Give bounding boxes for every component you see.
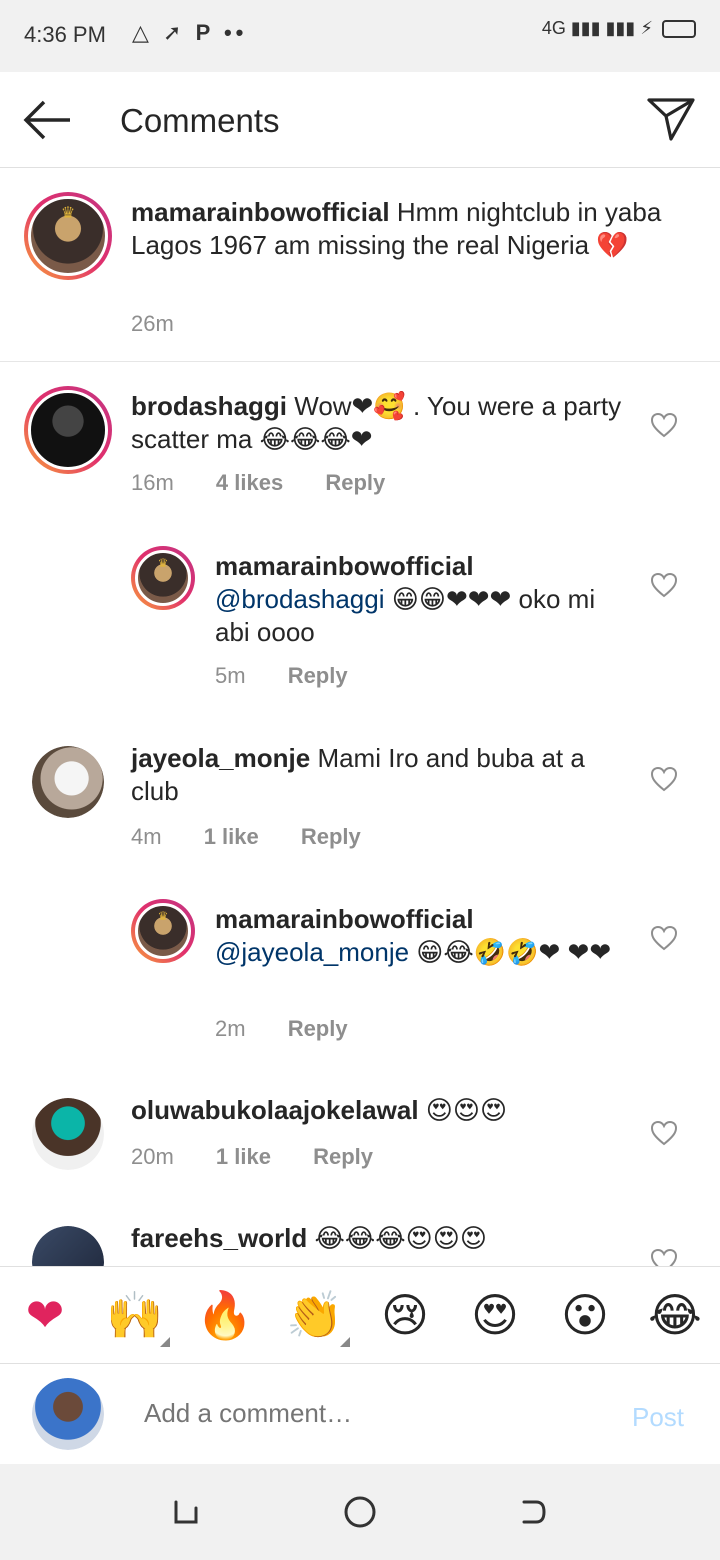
comment-text: mamarainbowofficial @brodashaggi 😁😁❤❤❤ o… <box>215 550 615 649</box>
reply-button[interactable]: Reply <box>288 1016 348 1041</box>
signal-icon: ▮▮▮ ▮▮▮ ⚡ <box>570 18 653 38</box>
comment-meta: 2m Reply <box>215 1016 384 1042</box>
comment-time: 4m <box>131 824 162 849</box>
comment-meta: 4m 1 like Reply <box>131 824 397 850</box>
caption-meta: 26m <box>131 311 210 337</box>
app-bar: Comments <box>0 72 720 168</box>
skin-tone-indicator <box>160 1337 170 1347</box>
reply-button[interactable]: Reply <box>301 824 361 849</box>
avatar[interactable] <box>32 1226 104 1266</box>
post-button[interactable]: Post <box>632 1402 684 1433</box>
battery-icon <box>662 20 696 39</box>
comment-time: 20m <box>131 1144 174 1169</box>
crown-icon: ♛ <box>157 909 169 923</box>
page-title: Comments <box>120 102 280 139</box>
heart-eyes-emoji-button[interactable]: 😍 <box>465 1289 525 1341</box>
reply-button[interactable]: Reply <box>288 663 348 688</box>
emoji-reaction-bar: ❤ 🙌 🔥 👏 😢 😍 😮 😂 <box>0 1266 720 1364</box>
avatar[interactable]: ♛ <box>131 546 195 610</box>
status-bar: 4:36 PM △ ➚ P •• 4G ▮▮▮ ▮▮▮ ⚡ <box>0 0 720 72</box>
comment-text: brodashaggi Wow❤🥰 . You were a party sca… <box>131 390 631 456</box>
like-heart-icon[interactable] <box>650 925 678 951</box>
caption-username[interactable]: mamarainbowofficial <box>131 197 390 227</box>
back-arrow-icon[interactable] <box>22 98 74 142</box>
skin-tone-indicator <box>340 1337 350 1347</box>
notification-icons: △ ➚ P •• <box>132 20 248 45</box>
comment-meta: 16m 4 likes Reply <box>131 470 421 496</box>
tears-of-joy-emoji-button[interactable]: 😂 <box>645 1289 705 1341</box>
like-heart-icon[interactable] <box>650 572 678 598</box>
avatar[interactable]: ♛ <box>24 192 112 280</box>
comment-text: oluwabukolaajokelawal 😍😍😍 <box>131 1094 631 1127</box>
current-user-avatar <box>32 1378 104 1450</box>
recent-apps-icon[interactable] <box>168 1494 204 1530</box>
comment-username[interactable]: fareehs_world <box>131 1223 307 1253</box>
crying-emoji-button[interactable]: 😢 <box>375 1289 435 1341</box>
comment-likes[interactable]: 4 likes <box>216 470 283 495</box>
comment-time: 2m <box>215 1016 246 1041</box>
caption-time: 26m <box>131 311 174 336</box>
crown-icon: ♛ <box>60 205 76 223</box>
send-icon[interactable] <box>646 96 696 142</box>
raised-hands-emoji-button[interactable]: 🙌 <box>105 1289 165 1341</box>
status-right-icons: 4G ▮▮▮ ▮▮▮ ⚡ <box>542 18 696 39</box>
comment-text: jayeola_monje Mami Iro and buba at a clu… <box>131 742 631 808</box>
reply-button[interactable]: Reply <box>313 1144 373 1169</box>
avatar[interactable] <box>32 1098 104 1170</box>
surprised-emoji-button[interactable]: 😮 <box>555 1289 615 1341</box>
comment-input[interactable] <box>144 1398 564 1429</box>
comment-meta: 5m Reply <box>215 663 384 689</box>
comment-time: 5m <box>215 663 246 688</box>
comment-body: 😍😍😍 <box>425 1095 508 1125</box>
comment-username[interactable]: oluwabukolaajokelawal <box>131 1095 419 1125</box>
comment-likes[interactable]: 1 like <box>204 824 259 849</box>
reply-button[interactable]: Reply <box>325 470 385 495</box>
like-heart-icon[interactable] <box>650 1248 678 1266</box>
like-heart-icon[interactable] <box>650 766 678 792</box>
comment-input-bar: Post <box>0 1364 720 1464</box>
fire-emoji-button[interactable]: 🔥 <box>195 1289 255 1341</box>
comment-username[interactable]: brodashaggi <box>131 391 287 421</box>
comment-text: mamarainbowofficial @jayeola_monje 😁😂🤣🤣❤… <box>215 903 635 969</box>
home-icon[interactable] <box>342 1494 378 1530</box>
clap-emoji-button[interactable]: 👏 <box>285 1289 345 1341</box>
status-time: 4:36 PM <box>24 22 106 47</box>
divider <box>0 361 720 362</box>
back-icon[interactable] <box>514 1494 550 1530</box>
comment-meta: 20m 1 like Reply <box>131 1144 409 1170</box>
comment-username[interactable]: jayeola_monje <box>131 743 310 773</box>
like-heart-icon[interactable] <box>650 1120 678 1146</box>
network-type: 4G <box>541 18 566 38</box>
like-heart-icon[interactable] <box>650 412 678 438</box>
comment-body: 😂😂😂😍😍😍 <box>314 1223 487 1253</box>
system-nav-bar <box>0 1464 720 1560</box>
caption-text: mamarainbowofficial Hmm nightclub in yab… <box>131 196 671 262</box>
comment-time: 16m <box>131 470 174 495</box>
mention-link[interactable]: @jayeola_monje <box>215 937 409 967</box>
comment-likes[interactable]: 1 like <box>216 1144 271 1169</box>
comment-username[interactable]: mamarainbowofficial <box>215 551 474 581</box>
comments-list[interactable]: ♛ mamarainbowofficial Hmm nightclub in y… <box>0 168 720 1266</box>
crown-icon: ♛ <box>157 556 169 570</box>
comment-body: 😁😂🤣🤣❤ ❤❤ <box>416 937 612 967</box>
comment-username[interactable]: mamarainbowofficial <box>215 904 474 934</box>
avatar[interactable] <box>32 746 104 818</box>
avatar[interactable] <box>24 386 112 474</box>
heart-emoji-button[interactable]: ❤ <box>15 1289 75 1341</box>
avatar[interactable]: ♛ <box>131 899 195 963</box>
mention-link[interactable]: @brodashaggi <box>215 584 385 614</box>
comment-text: fareehs_world 😂😂😂😍😍😍 <box>131 1222 631 1255</box>
